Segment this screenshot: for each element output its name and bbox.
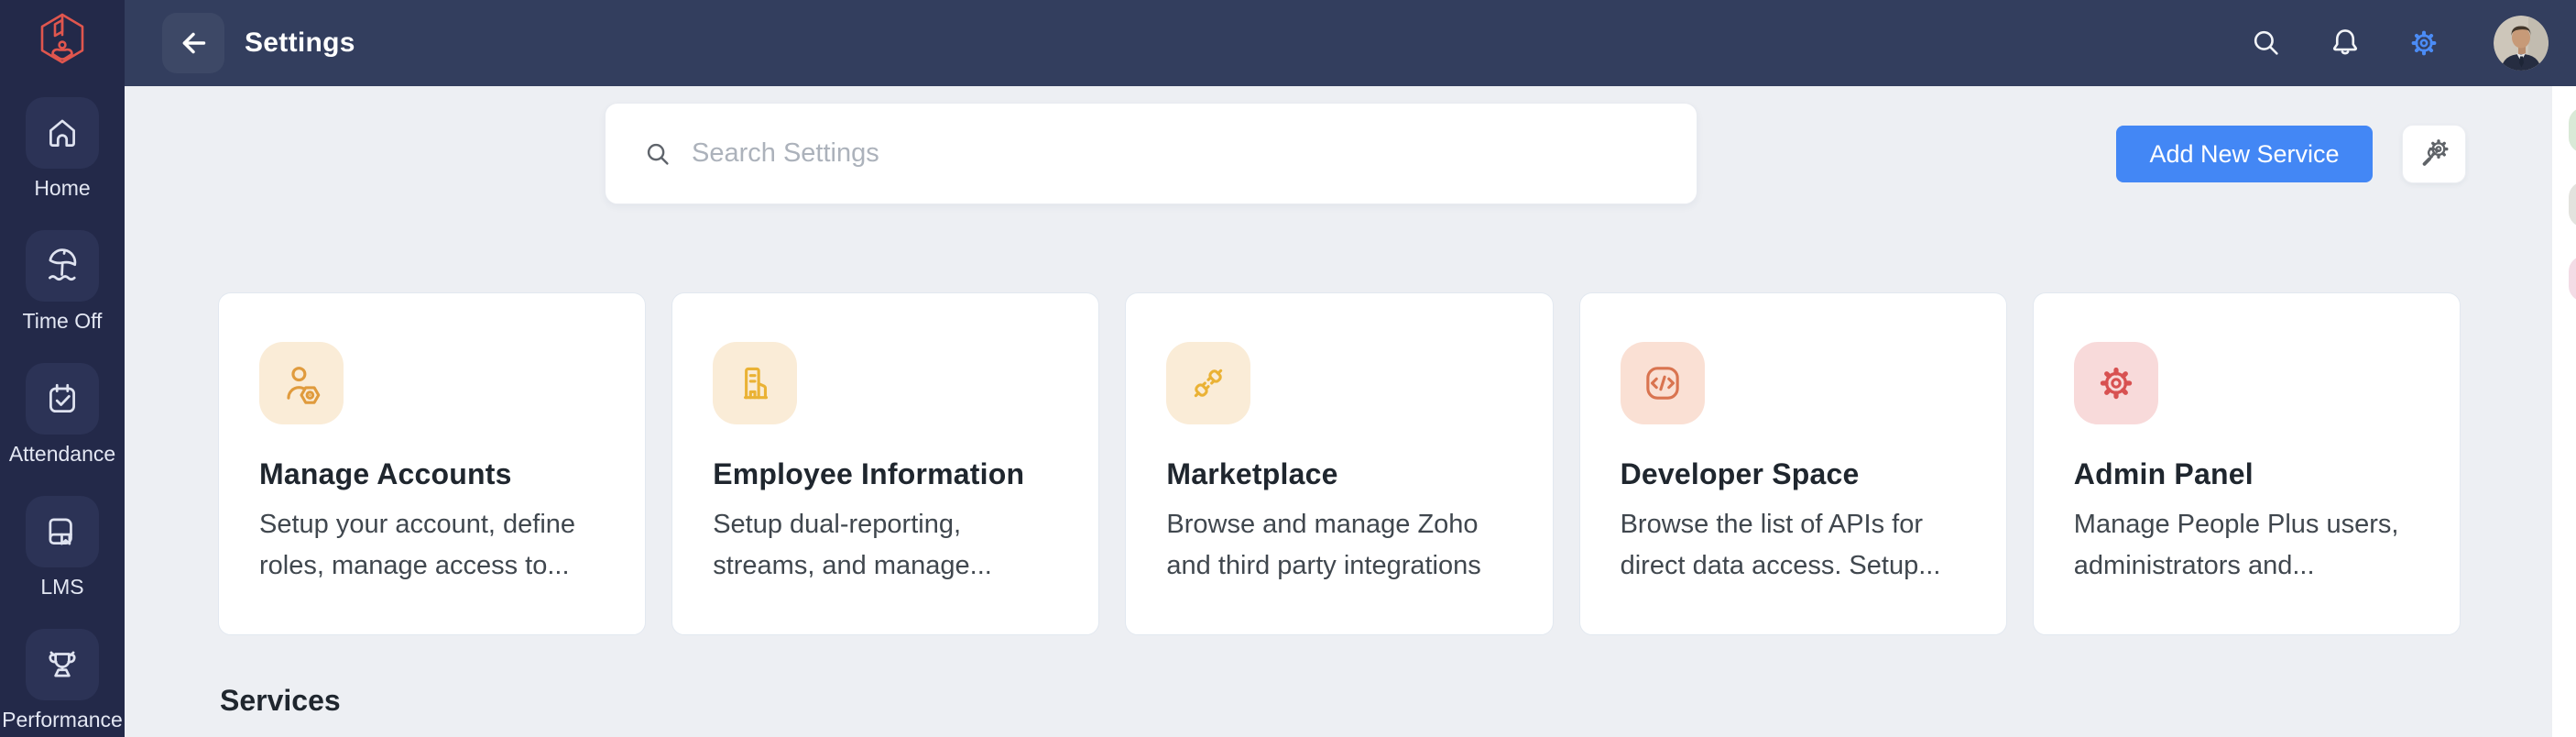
card-description: Setup your account, define roles, manage… (259, 510, 576, 580)
search-icon (647, 143, 669, 165)
settings-card-row: Manage Accounts Setup your account, defi… (218, 292, 2461, 635)
trophy-icon (25, 629, 99, 700)
service-config-gear-wrench-icon (2422, 139, 2449, 166)
plug-connect-icon (1166, 342, 1251, 424)
sidebar-item-label: Performance (2, 708, 123, 732)
book-icon (26, 496, 99, 567)
sidebar-item-lms[interactable]: LMS (26, 496, 99, 599)
back-arrow-icon (182, 32, 206, 54)
card-description: Setup dual-reporting, streams, and manag… (713, 510, 992, 580)
dock-app-pill[interactable] (2569, 256, 2576, 302)
sidebar-item-home[interactable]: Home (26, 97, 99, 200)
card-employee-information[interactable]: Employee Information Setup dual-reportin… (671, 292, 1100, 635)
sidebar: Home Time Off Attendance LMS Performance (0, 0, 125, 737)
settings-gear-icon (2411, 30, 2437, 56)
back-button[interactable] (162, 13, 224, 73)
code-square-icon (1620, 342, 1705, 424)
sidebar-item-label: LMS (40, 575, 84, 599)
card-title: Marketplace (1166, 457, 1338, 490)
calendar-check-icon (26, 363, 99, 434)
card-description: Browse and manage Zoho and third party i… (1166, 510, 1481, 580)
right-dock-panel[interactable] (2552, 86, 2576, 737)
building-icon (713, 342, 798, 424)
user-avatar[interactable] (2494, 16, 2549, 71)
settings-search-input[interactable] (692, 138, 1697, 169)
card-description: Manage People Plus users, administrators… (2073, 510, 2399, 580)
people-plus-logo-icon[interactable] (33, 9, 92, 68)
dock-app-pill[interactable] (2569, 182, 2576, 227)
user-gear-icon (259, 342, 344, 424)
search-icon (2254, 30, 2278, 55)
card-title: Manage Accounts (259, 457, 512, 490)
home-icon (26, 97, 99, 169)
sidebar-item-label: Attendance (8, 442, 116, 466)
sidebar-item-attendance[interactable]: Attendance (9, 363, 115, 466)
card-description: Browse the list of APIs for direct data … (1620, 510, 1941, 580)
topbar-actions (2246, 16, 2549, 71)
app-window: Home Time Off Attendance LMS Performance… (0, 0, 2576, 737)
topbar: Settings (125, 0, 2576, 86)
dock-app-pill[interactable] (2569, 107, 2576, 153)
notifications-button[interactable] (2325, 23, 2365, 63)
page-title: Settings (245, 28, 355, 58)
card-admin-panel[interactable]: Admin Panel Manage People Plus users, ad… (2032, 292, 2461, 635)
beach-umbrella-icon (26, 230, 99, 302)
card-manage-accounts[interactable]: Manage Accounts Setup your account, defi… (218, 292, 647, 635)
sidebar-item-label: Time Off (22, 309, 103, 333)
settings-search-box[interactable] (605, 103, 1697, 204)
sidebar-item-label: Home (34, 176, 91, 200)
notifications-bell-icon (2332, 29, 2358, 55)
sidebar-nav: Home Time Off Attendance LMS Performance (0, 97, 125, 732)
add-new-service-button[interactable]: Add New Service (2116, 126, 2373, 182)
services-section-title: Services (220, 684, 341, 717)
settings-button-active[interactable] (2404, 23, 2444, 63)
card-marketplace[interactable]: Marketplace Browse and manage Zoho and t… (1125, 292, 1554, 635)
sidebar-item-timeoff[interactable]: Time Off (22, 230, 103, 333)
card-title: Admin Panel (2073, 457, 2254, 490)
card-developer-space[interactable]: Developer Space Browse the list of APIs … (1578, 292, 2007, 635)
service-config-button[interactable] (2402, 125, 2466, 183)
sidebar-item-performance[interactable]: Performance (2, 629, 123, 732)
search-button[interactable] (2246, 23, 2287, 63)
settings-main: Add New Service (125, 86, 2552, 737)
card-title: Developer Space (1620, 457, 1860, 490)
admin-gear-icon (2073, 342, 2158, 424)
card-title: Employee Information (713, 457, 1025, 490)
